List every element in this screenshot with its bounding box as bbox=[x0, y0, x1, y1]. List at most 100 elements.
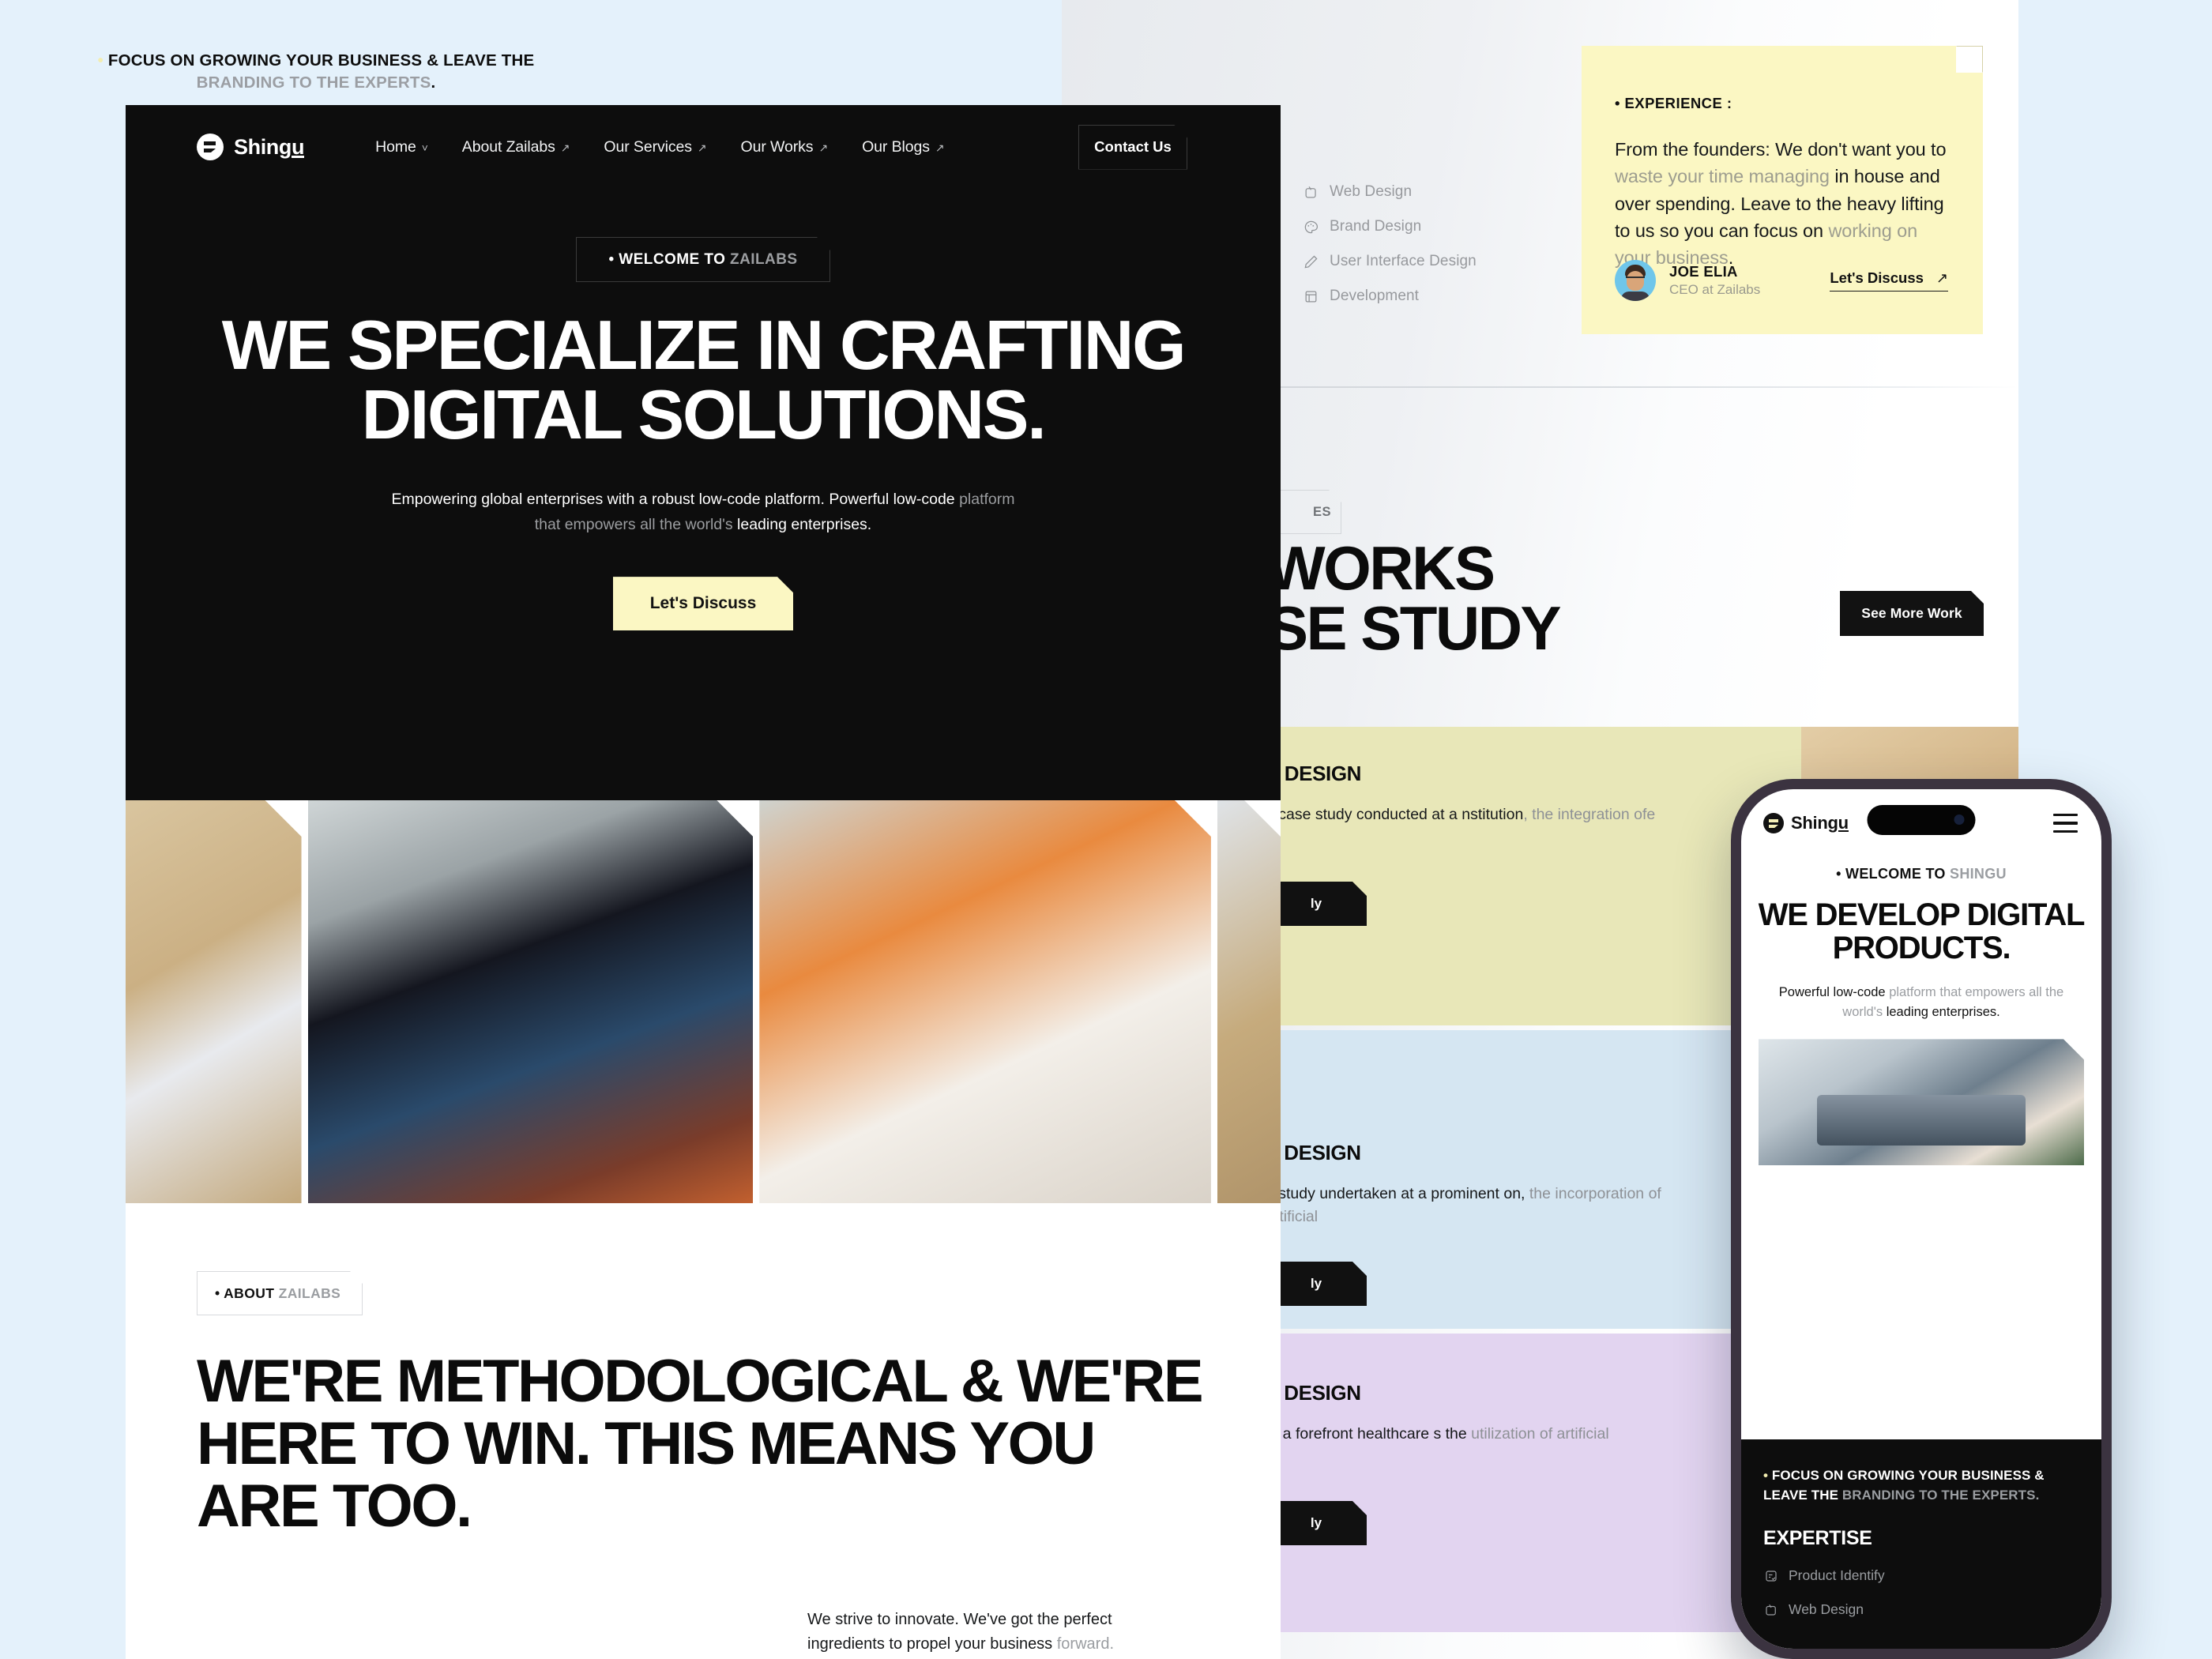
case-desc-strong: at a forefront healthcare bbox=[1266, 1425, 1434, 1443]
experience-kicker: • EXPERIENCE : bbox=[1615, 95, 1732, 111]
phone-focus-statement: • FOCUS ON GROWING YOUR BUSINESS & LEAVE… bbox=[1763, 1466, 2079, 1505]
service-item-brand-design[interactable]: Brand Design bbox=[1302, 218, 1477, 235]
phone-expertise-item-product-identify[interactable]: Product Identify bbox=[1763, 1567, 2079, 1584]
see-more-work-label: See More Work bbox=[1861, 605, 1962, 621]
desktop-mockup: Shingu Home ˅ About Zailabs ↗ Our Services… bbox=[126, 105, 1281, 1659]
contact-us-label: Contact Us bbox=[1094, 138, 1172, 155]
works-headline-line-2: SE STUDY bbox=[1267, 592, 1562, 663]
lets-discuss-label: Let's Discuss bbox=[649, 594, 757, 613]
nav-item-about-zailabs[interactable]: About Zailabs ↗ bbox=[462, 138, 570, 156]
phone-welcome-prefix: • WELCOME TO bbox=[1836, 866, 1951, 882]
bullet-dot: • bbox=[97, 51, 103, 70]
phone-dark-section: • FOCUS ON GROWING YOUR BUSINESS & LEAVE… bbox=[1741, 1439, 2101, 1649]
phone-brand-logo[interactable]: Shingu bbox=[1763, 813, 1849, 833]
focus-strong-1: FOCUS ON GROWING YOUR BUSINESS & LEAVE T… bbox=[103, 51, 535, 70]
focus-strong-2: . bbox=[431, 73, 436, 92]
service-item-development[interactable]: Development bbox=[1302, 288, 1477, 305]
nav-label: Our Services bbox=[604, 137, 692, 156]
case-desc-mid: s the bbox=[1433, 1425, 1467, 1443]
experience-discuss-link[interactable]: Let's Discuss ↗ bbox=[1830, 269, 1948, 292]
about-badge-text: • ABOUT ZAILABS bbox=[215, 1285, 340, 1302]
arrow-up-right-icon: ↗ bbox=[560, 141, 570, 154]
arrow-up-right-icon: ↗ bbox=[818, 141, 829, 154]
phone-expertise-label: Web Design bbox=[1789, 1601, 1864, 1618]
case-desc-strong: e study undertaken at a prominent bbox=[1266, 1185, 1504, 1202]
nav-item-our-blogs[interactable]: Our Blogs ↗ bbox=[862, 137, 945, 156]
phone-screen: Shingu • WELCOME TO SHINGU WE DEVELOP DI… bbox=[1741, 789, 2101, 1649]
welcome-brand: ZAILABS bbox=[730, 250, 798, 268]
see-more-work-button[interactable]: See More Work bbox=[1840, 591, 1984, 636]
chevron-down-icon: ˅ bbox=[421, 141, 428, 154]
case-study-button[interactable]: ly bbox=[1266, 882, 1367, 926]
focus-muted: BRANDING TO THE EXPERTS bbox=[196, 73, 431, 92]
phone-expertise-item-web-design[interactable]: Web Design bbox=[1763, 1601, 2079, 1618]
brand-name: Shingu bbox=[234, 134, 305, 159]
nav-item-our-services[interactable]: Our Services ↗ bbox=[604, 138, 706, 156]
case-study-button[interactable]: ly bbox=[1266, 1262, 1367, 1306]
nav-label: Home bbox=[375, 137, 416, 156]
works-tag-label: ES bbox=[1312, 504, 1331, 519]
case-study-button-label: ly bbox=[1310, 1515, 1322, 1530]
exp-text-1: From the founders: We don't want you to bbox=[1615, 139, 1947, 160]
about-paragraph-muted: forward. bbox=[1056, 1635, 1114, 1653]
service-item-web-design[interactable]: Web Design bbox=[1302, 183, 1477, 201]
service-label: User Interface Design bbox=[1330, 253, 1477, 269]
services-list: Web Design Brand Design User Interface D… bbox=[1302, 183, 1477, 322]
nav-item-our-works[interactable]: Our Works ↗ bbox=[741, 138, 829, 156]
welcome-badge: • WELCOME TO ZAILABS bbox=[576, 237, 830, 282]
case-desc-mid: nstitution bbox=[1462, 806, 1524, 823]
experience-footer: JOE ELIA CEO at Zailabs Let's Discuss ↗ bbox=[1615, 260, 1948, 301]
focus-statement: • FOCUS ON GROWING YOUR BUSINESS & LEAVE… bbox=[71, 50, 561, 95]
case-desc-muted: , the integration of bbox=[1523, 806, 1647, 823]
about-prefix: • ABOUT bbox=[215, 1285, 279, 1301]
case-study-button[interactable]: ly bbox=[1266, 1501, 1367, 1545]
phone-notch bbox=[1867, 805, 1976, 835]
case-description: e study undertaken at a prominent on, th… bbox=[1266, 1183, 1708, 1229]
service-item-user-interface-design[interactable]: User Interface Design bbox=[1302, 253, 1477, 270]
service-label: Web Design bbox=[1330, 183, 1413, 200]
nav-label: Our Works bbox=[740, 137, 814, 156]
document-check-icon bbox=[1763, 1568, 1779, 1584]
hamburger-menu-icon[interactable] bbox=[2053, 813, 2078, 833]
phone-expertise-title: EXPERTISE bbox=[1763, 1527, 1872, 1550]
nav-label: Our Blogs bbox=[862, 137, 930, 156]
works-headline-line-1: WORKS bbox=[1267, 533, 1495, 603]
experience-card: • EXPERIENCE : From the founders: We don… bbox=[1582, 46, 1983, 334]
main-menu: Home ˅ About Zailabs ↗ Our Services ↗ Our W… bbox=[375, 137, 945, 156]
service-label: Development bbox=[1330, 288, 1420, 304]
navbar: Shingu Home ˅ About Zailabs ↗ Our Services… bbox=[126, 105, 1281, 189]
about-headline: WE'RE METHODOLOGICAL & WE'RE HERE TO WIN… bbox=[197, 1348, 1204, 1540]
author-name: JOE ELIA bbox=[1669, 263, 1738, 280]
phone-sub-strong-1: Powerful low-code bbox=[1778, 984, 1890, 999]
pen-icon bbox=[1302, 253, 1319, 270]
hero-sub-strong-1: Empowering global enterprises with a rob… bbox=[391, 491, 960, 508]
hero-subtext: Empowering global enterprises with a rob… bbox=[387, 487, 1019, 537]
arrow-up-right-icon: ↗ bbox=[935, 141, 945, 154]
case-desc-muted: utilization of artificial bbox=[1466, 1425, 1609, 1443]
shingu-logo-icon bbox=[1763, 813, 1784, 833]
brand-logo[interactable]: Shingu bbox=[197, 134, 304, 160]
shingu-logo-icon bbox=[197, 134, 224, 160]
exp-text-muted-1: waste your time managing bbox=[1615, 166, 1835, 187]
arrow-up-right-icon: ↗ bbox=[1936, 269, 1948, 286]
contact-us-button[interactable]: Contact Us bbox=[1078, 125, 1187, 170]
cursor-box-icon bbox=[1302, 183, 1319, 201]
about-paragraph: We strive to innovate. We've got the per… bbox=[807, 1608, 1147, 1657]
case-desc-strong: g case study conducted at a bbox=[1266, 806, 1462, 823]
phone-photo-office-team-working bbox=[1759, 1039, 2084, 1165]
image-gallery-strip bbox=[126, 800, 1281, 1203]
phone-mockup: Shingu • WELCOME TO SHINGU WE DEVELOP DI… bbox=[1731, 779, 2112, 1659]
service-label: Brand Design bbox=[1330, 218, 1422, 235]
phone-sub-strong-2: leading enterprises. bbox=[1886, 1004, 2000, 1019]
gallery-image-laptop-and-phone-on-desk bbox=[126, 800, 302, 1203]
gallery-image-hand-holding-ipad-home-screen bbox=[308, 800, 754, 1203]
avatar bbox=[1615, 260, 1656, 301]
nav-item-home[interactable]: Home ˅ bbox=[375, 138, 428, 156]
case-description: at a forefront healthcare s the utilizat… bbox=[1266, 1423, 1708, 1446]
phone-headline: WE DEVELOP DIGITAL PRODUCTS. bbox=[1758, 897, 2086, 966]
experience-body: From the founders: We don't want you to … bbox=[1615, 136, 1947, 271]
case-title: P DESIGN bbox=[1266, 1381, 1361, 1405]
palette-icon bbox=[1302, 218, 1319, 235]
phone-welcome-brand: SHINGU bbox=[1950, 866, 2007, 882]
lets-discuss-button[interactable]: Let's Discuss bbox=[613, 577, 793, 630]
